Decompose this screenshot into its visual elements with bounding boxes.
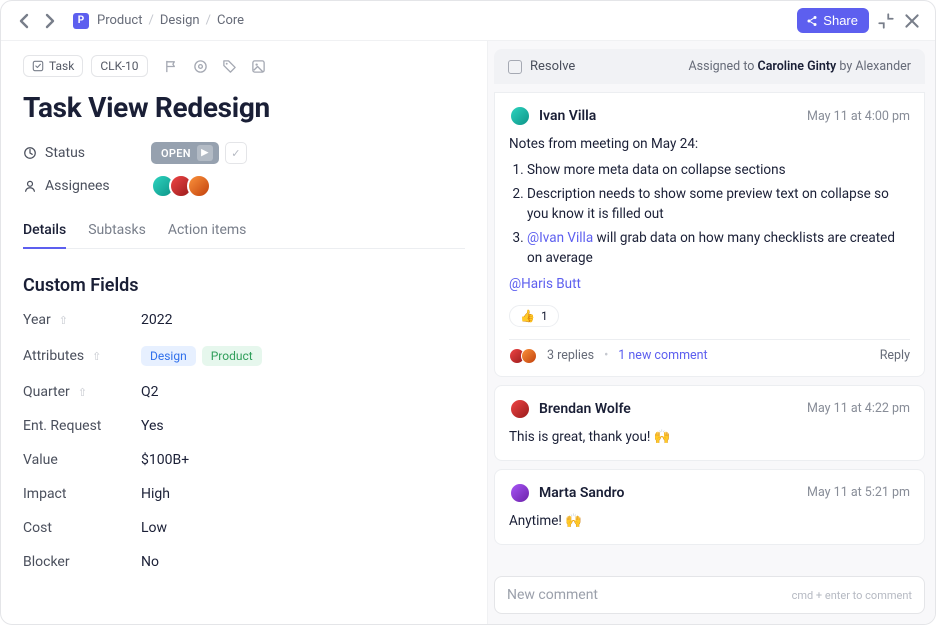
mention[interactable]: @Ivan Villa <box>527 230 593 246</box>
custom-field-value[interactable]: Yes <box>141 418 164 434</box>
custom-field-label: Quarter⇧ <box>23 384 141 400</box>
reaction[interactable]: 👍1 <box>509 305 559 327</box>
custom-fields-heading: Custom Fields <box>23 275 465 296</box>
custom-field-row: ImpactHigh <box>23 486 465 502</box>
avatar[interactable] <box>187 174 211 198</box>
task-chip-label: Task <box>49 59 74 73</box>
new-comment-badge[interactable]: 1 new comment <box>618 348 707 363</box>
custom-field-value[interactable]: $100B+ <box>141 452 189 468</box>
page-title: Task View Redesign <box>23 91 465 124</box>
tag-icon[interactable] <box>222 59 237 74</box>
comment-body: This is great, thank you! 🙌 <box>509 428 910 448</box>
mark-complete-button[interactable]: ✓ <box>225 142 247 164</box>
custom-field-value[interactable]: High <box>141 486 170 502</box>
status-next-icon[interactable]: ▶ <box>197 145 213 161</box>
assignees-label: Assignees <box>23 178 151 194</box>
replies-count[interactable]: 3 replies <box>547 348 594 363</box>
status-label: Status <box>23 145 151 161</box>
breadcrumb-item[interactable]: Core <box>217 13 244 28</box>
resolve-checkbox[interactable] <box>508 60 522 74</box>
task-id-chip[interactable]: CLK-10 <box>91 55 147 77</box>
custom-field-label: Year⇧ <box>23 312 141 328</box>
avatar[interactable] <box>509 398 531 420</box>
custom-field-row: BlockerNo <box>23 554 465 570</box>
comment: Ivan Villa May 11 at 4:00 pm Notes from me… <box>494 92 925 377</box>
close-icon[interactable] <box>903 12 921 30</box>
share-button[interactable]: Share <box>797 8 869 33</box>
comment-time: May 11 at 4:22 pm <box>807 401 910 416</box>
flag-icon[interactable] <box>164 59 179 74</box>
share-label: Share <box>823 13 858 28</box>
pin-icon[interactable]: ⇧ <box>59 314 68 327</box>
comment-author[interactable]: Brendan Wolfe <box>539 401 631 417</box>
task-id: CLK-10 <box>100 59 138 73</box>
minimize-icon[interactable] <box>877 12 895 30</box>
new-comment-placeholder: New comment <box>507 587 598 603</box>
custom-field-value[interactable]: No <box>141 554 159 570</box>
tag[interactable]: Design <box>141 346 196 366</box>
breadcrumb-item[interactable]: Product <box>97 13 142 28</box>
custom-field-value[interactable]: Design Product <box>141 346 268 366</box>
tab-subtasks[interactable]: Subtasks <box>88 214 146 248</box>
comments-pane: Resolve Assigned to Caroline Ginty by Al… <box>487 41 935 624</box>
custom-field-label: Impact <box>23 486 141 502</box>
task-chip[interactable]: Task <box>23 55 83 77</box>
custom-field-label: Value <box>23 452 141 468</box>
compose-hint: cmd + enter to comment <box>792 589 912 602</box>
mention[interactable]: @Haris Butt <box>509 276 581 292</box>
nav-back[interactable] <box>15 12 33 30</box>
workspace-logo[interactable]: P <box>73 13 89 29</box>
avatar[interactable] <box>521 348 537 364</box>
custom-field-value[interactable]: Q2 <box>141 384 159 400</box>
assignees-avatars[interactable] <box>151 174 211 198</box>
custom-field-label: Cost <box>23 520 141 536</box>
comment: Brendan Wolfe May 11 at 4:22 pm This is gr… <box>494 385 925 461</box>
tag[interactable]: Product <box>202 346 262 366</box>
avatar[interactable] <box>509 482 531 504</box>
assigned-to: Assigned to Caroline Ginty by Alexander <box>689 59 911 74</box>
avatar[interactable] <box>509 105 531 127</box>
custom-field-value[interactable]: 2022 <box>141 312 172 328</box>
pin-icon[interactable]: ⇧ <box>78 386 87 399</box>
custom-field-row: Year⇧2022 <box>23 312 465 328</box>
new-comment-input[interactable]: New comment cmd + enter to comment <box>494 576 925 614</box>
nav-forward[interactable] <box>41 12 59 30</box>
topbar: P Product / Design / Core Share <box>1 1 935 41</box>
comment-author[interactable]: Marta Sandro <box>539 485 624 501</box>
reply-button[interactable]: Reply <box>880 348 910 363</box>
resolve-label: Resolve <box>530 59 575 74</box>
details-pane: Task CLK-10 <box>1 41 487 624</box>
tab-action-items[interactable]: Action items <box>168 214 247 248</box>
comment-body: Notes from meeting on May 24:Show more m… <box>509 135 910 295</box>
pin-icon[interactable]: ⇧ <box>92 350 101 363</box>
breadcrumb: Product / Design / Core <box>97 13 244 28</box>
thread-header: Resolve Assigned to Caroline Ginty by Al… <box>494 49 925 84</box>
custom-field-row: CostLow <box>23 520 465 536</box>
image-icon[interactable] <box>251 59 266 74</box>
custom-field-row: Attributes⇧Design Product <box>23 346 465 366</box>
comment-body: Anytime! 🙌 <box>509 512 910 532</box>
custom-field-value[interactable]: Low <box>141 520 167 536</box>
comment-time: May 11 at 4:00 pm <box>807 109 910 124</box>
status-pill[interactable]: OPEN ▶ <box>151 142 219 164</box>
custom-field-label: Blocker <box>23 554 141 570</box>
breadcrumb-item[interactable]: Design <box>160 13 200 28</box>
custom-field-label: Ent. Request <box>23 418 141 434</box>
status-value: OPEN <box>161 147 191 160</box>
tab-details[interactable]: Details <box>23 214 66 248</box>
comment-author[interactable]: Ivan Villa <box>539 108 596 124</box>
comment: Marta Sandro May 11 at 5:21 pm Anytime! 🙌 <box>494 469 925 545</box>
comment-time: May 11 at 5:21 pm <box>807 485 910 500</box>
custom-field-row: Quarter⇧Q2 <box>23 384 465 400</box>
custom-field-row: Ent. RequestYes <box>23 418 465 434</box>
custom-field-label: Attributes⇧ <box>23 348 141 364</box>
thread-meta: 3 replies•1 new commentReply <box>509 339 910 364</box>
sprint-icon[interactable] <box>193 59 208 74</box>
custom-field-row: Value$100B+ <box>23 452 465 468</box>
